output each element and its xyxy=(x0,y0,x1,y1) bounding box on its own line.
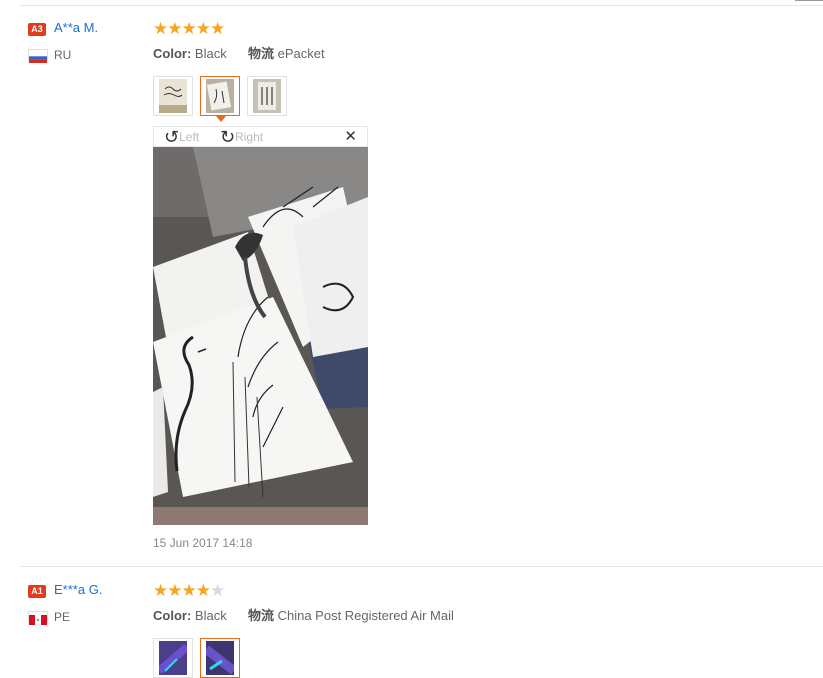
rotate-right-icon: ↻ xyxy=(220,127,236,147)
shipping-value: ePacket xyxy=(277,46,325,61)
photo-viewer: ↺Left ↻Right ✕ xyxy=(153,126,368,526)
top-tab-edge xyxy=(795,0,823,1)
color-value: Black xyxy=(194,46,227,61)
close-icon[interactable]: ✕ xyxy=(344,129,357,145)
order-attributes: Color: Black 物流 China Post Registered Ai… xyxy=(153,605,454,624)
russia-flag-icon xyxy=(28,49,48,63)
selected-thumb-caret xyxy=(216,116,226,122)
buyer-country: PE xyxy=(54,610,71,624)
peru-flag-icon xyxy=(28,611,48,625)
star-icon: ★ xyxy=(210,19,225,38)
color-label: Color: xyxy=(153,46,192,61)
star-rating: ★★★★★ xyxy=(153,19,225,38)
order-attributes: Color: Black 物流 ePacket xyxy=(153,43,325,62)
star-rating: ★★★★★ xyxy=(153,581,225,600)
buyer-level-badge: A1 xyxy=(28,585,46,598)
rotate-left-icon: ↺ xyxy=(164,127,180,147)
star-icon: ★ xyxy=(167,19,182,38)
review-photo-thumb[interactable] xyxy=(153,638,193,678)
review-photo-thumb-selected[interactable] xyxy=(200,638,240,678)
color-label: Color: xyxy=(153,608,192,623)
review-photo-thumb[interactable] xyxy=(247,76,287,116)
review-item: A3 A**a M. RU ★★★★★ Color: Black 物流 ePac… xyxy=(0,16,823,565)
star-icon: ★ xyxy=(195,581,211,600)
review-date: 15 Jun 2017 14:18 xyxy=(153,536,253,550)
review-divider xyxy=(20,566,823,567)
review-photo-thumb-selected[interactable] xyxy=(200,76,240,116)
star-icon: ★ xyxy=(153,581,168,600)
buyer-level-badge: A3 xyxy=(28,23,46,36)
star-icon: ★ xyxy=(181,581,197,600)
review-item: A1 E***a G. PE ★★★★★ Color: Black 物流 Chi… xyxy=(0,578,823,678)
shipping-value: China Post Registered Air Mail xyxy=(277,608,454,623)
star-empty-icon: ★ xyxy=(210,581,225,600)
review-photo-thumb[interactable] xyxy=(153,76,193,116)
top-divider xyxy=(20,5,823,6)
star-icon: ★ xyxy=(167,581,182,600)
rotate-right-button[interactable]: ↻Right xyxy=(220,127,263,147)
shipping-label: 物流 xyxy=(247,608,274,623)
photo-viewer-toolbar: ↺Left ↻Right ✕ xyxy=(153,126,368,147)
star-icon: ★ xyxy=(153,19,168,38)
rotate-left-button[interactable]: ↺Left xyxy=(164,127,199,147)
buyer-name[interactable]: A**a M. xyxy=(54,20,98,35)
review-photo-large[interactable] xyxy=(153,147,368,525)
buyer-country: RU xyxy=(54,48,72,62)
shipping-label: 物流 xyxy=(247,46,274,61)
star-icon: ★ xyxy=(195,19,211,38)
star-icon: ★ xyxy=(181,19,197,38)
color-value: Black xyxy=(194,608,227,623)
buyer-name[interactable]: E***a G. xyxy=(54,582,102,597)
